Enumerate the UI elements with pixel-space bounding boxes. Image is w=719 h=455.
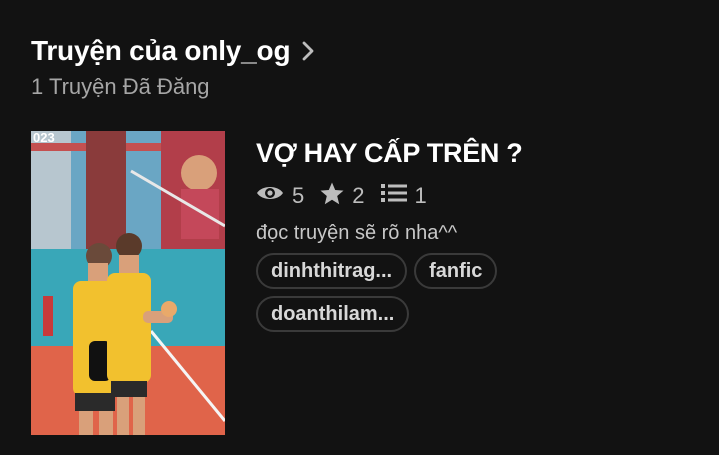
story-cover-image[interactable]: 023 [31,131,225,435]
tag-chip[interactable]: doanthilam... [256,296,410,332]
tag-chip[interactable]: dinhthitrag... [256,253,408,289]
story-info: VỢ HAY CẤP TRÊN ? 5 2 1 đọc truyện sẽ rõ… [256,131,546,436]
reads-stat: 5 [256,183,304,209]
reads-count: 5 [292,183,305,208]
parts-count: 1 [414,183,427,208]
tag-list: dinhthitrag... fanfic doanthilam... [256,253,546,339]
chevron-right-icon [301,40,315,62]
story-stats: 5 2 1 [256,181,546,211]
stories-section-link[interactable]: Truyện của only_og [31,32,691,70]
story-title[interactable]: VỢ HAY CẤP TRÊN ? [256,138,546,169]
votes-count: 2 [352,183,365,208]
tag-chip[interactable]: fanfic [414,253,498,289]
section-title: Truyện của only_og [31,35,291,66]
list-icon [380,183,415,209]
parts-stat: 1 [380,183,427,209]
story-description: đọc truyện sẽ rõ nha^^ [256,222,458,244]
votes-stat: 2 [320,182,365,211]
star-icon [320,182,352,211]
profile-stories-header: Truyện của only_og 1 Truyện Đã Đăng [31,32,691,100]
cover-score-text: 023 [33,131,55,145]
story-count: 1 Truyện Đã Đăng [31,74,210,99]
eye-icon [256,183,292,209]
story-card: 023 VỢ HAY CẤP TRÊN ? 5 2 1 đọc truyện s… [31,131,691,436]
